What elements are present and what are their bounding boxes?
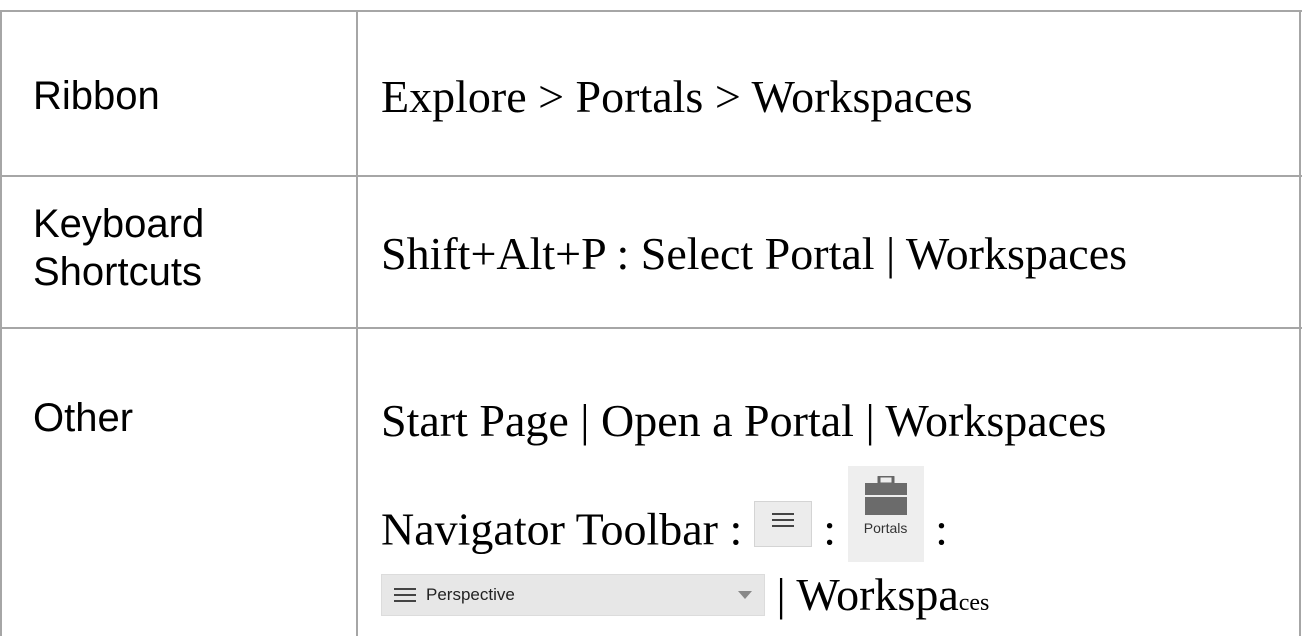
table-left-border [0,10,2,636]
table-top-border [0,10,1302,12]
keyboard-shortcut-text: Shift+Alt+P : Select Portal | Workspaces [381,228,1128,279]
row-label-line: Keyboard [33,202,205,246]
portals-button[interactable]: Portals [847,466,924,562]
row-label-other: Other [33,396,134,440]
briefcase-icon [864,476,907,515]
shortcut-table: Ribbon Explore > Portals > Workspaces Ke… [0,0,1302,636]
row-label-ribbon: Ribbon [33,74,160,118]
workspaces-tail: | Workspa [776,569,959,620]
portals-button-label: Portals [863,520,908,536]
start-page-path: Start Page | Open a Portal | Workspaces [381,395,1107,446]
navigator-toolbar-prefix: Navigator Toolbar : [381,503,743,555]
column-divider [356,10,358,636]
separator: : [935,503,948,555]
row-label-line: Shortcuts [33,250,202,294]
menu-button[interactable] [753,501,812,547]
hamburger-menu-icon [394,588,416,602]
table-right-border [1299,10,1301,636]
perspective-line: Perspective | Workspaces [381,568,989,630]
row-label-keyboard-shortcuts: Keyboard Shortcuts [33,200,204,296]
ribbon-path: Explore > Portals > Workspaces [381,71,973,122]
row-divider-1 [0,175,1302,177]
perspective-dropdown[interactable]: Perspective [381,574,765,616]
separator: : [823,503,837,555]
hamburger-menu-icon [771,513,794,527]
workspaces-tail-small: ces [958,590,990,616]
chevron-down-icon [738,591,752,599]
row-divider-2 [0,327,1302,329]
perspective-label: Perspective [426,585,515,604]
